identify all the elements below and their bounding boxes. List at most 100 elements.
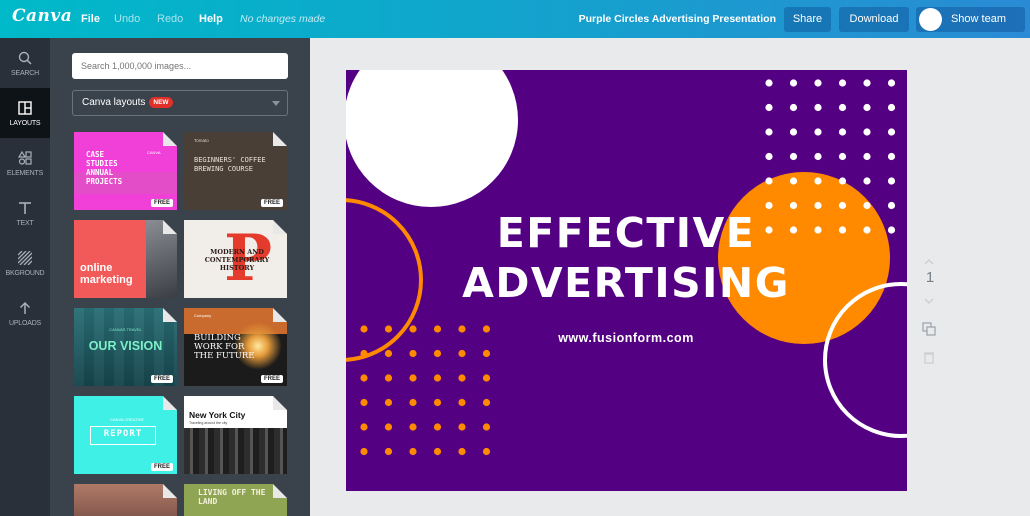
search-icon: [18, 51, 32, 65]
white-dot: [814, 177, 822, 185]
white-dot: [887, 128, 896, 136]
orange-dot: [384, 447, 393, 456]
layout-thumb-living-off-land[interactable]: LIVING OFF THE LAND: [184, 484, 287, 516]
white-dot: [789, 152, 798, 161]
headline-line-2: ADVERTISING: [462, 259, 790, 307]
share-button[interactable]: Share: [784, 7, 831, 32]
move-up-icon[interactable]: [922, 252, 936, 270]
orange-dot: [482, 349, 491, 358]
white-dot: [887, 79, 896, 87]
white-dot: [765, 103, 773, 112]
thumb-title: OUR VISION: [88, 339, 163, 353]
layout-thumb-case-studies[interactable]: CASE STUDIES ANNUAL PROJECTS CANVA FREE: [74, 132, 177, 210]
document-title[interactable]: Purple Circles Advertising Presentation: [540, 13, 776, 25]
left-rail: SEARCH LAYOUTS ELEMENTS TEXT BKGROUND UP…: [0, 38, 50, 516]
white-dot: [863, 128, 871, 136]
thumb-brand: Company: [194, 313, 212, 318]
white-dot: [814, 152, 822, 161]
layout-thumb-coffee-course[interactable]: Tomato BEGINNERS' COFFEE BREWING COURSE …: [184, 132, 287, 210]
page-fold: [273, 308, 287, 322]
copy-page-icon[interactable]: [922, 322, 936, 341]
layouts-panel: Canva layoutsNEW CASE STUDIES ANNUAL PRO…: [50, 38, 310, 516]
team-avatar[interactable]: [919, 8, 942, 31]
white-dot: [863, 152, 871, 161]
orange-dot: [409, 349, 417, 358]
free-badge: FREE: [260, 375, 283, 383]
rail-text[interactable]: TEXT: [0, 188, 50, 238]
move-down-icon[interactable]: [922, 293, 936, 311]
rail-elements[interactable]: ELEMENTS: [0, 138, 50, 188]
white-dot: [887, 177, 896, 185]
orange-dot: [458, 374, 466, 382]
background-icon: [18, 251, 32, 265]
redo-button[interactable]: Redo: [157, 13, 183, 25]
undo-button[interactable]: Undo: [114, 13, 140, 25]
layout-thumb-online-marketing[interactable]: online marketing: [74, 220, 177, 298]
free-badge: FREE: [150, 463, 173, 471]
orange-dot: [433, 423, 442, 431]
orange-dot: [360, 398, 368, 407]
orange-dot: [360, 325, 368, 333]
free-badge: FREE: [150, 375, 173, 383]
rail-background[interactable]: BKGROUND: [0, 238, 50, 288]
layout-thumb-new-york[interactable]: New York City Traveling around the city: [184, 396, 287, 474]
orange-ring-left: [346, 198, 423, 362]
website-url[interactable]: www.fusionform.com: [476, 331, 776, 345]
layout-thumb-building-work[interactable]: Company BUILDING WORK FOR THE FUTURE FRE…: [184, 308, 287, 386]
rail-label-uploads: UPLOADS: [8, 320, 42, 327]
orange-dot: [384, 398, 393, 407]
delete-page-icon[interactable]: [922, 350, 936, 369]
white-dot: [863, 79, 871, 87]
layout-thumb-portrait[interactable]: [74, 484, 177, 516]
white-dot: [838, 226, 847, 234]
white-dot: [814, 128, 822, 136]
orange-dot: [458, 349, 466, 358]
layout-thumb-our-vision[interactable]: CANVAS TRAVEL OUR VISION FREE: [74, 308, 177, 386]
save-status: No changes made: [240, 13, 326, 25]
orange-dot: [433, 349, 442, 358]
orange-dot: [384, 349, 393, 358]
white-dot: [838, 128, 847, 136]
white-dot: [863, 177, 871, 185]
layouts-dropdown[interactable]: Canva layouts NEW: [72, 90, 288, 116]
orange-dot: [458, 447, 466, 456]
orange-dot: [433, 398, 442, 407]
orange-dot: [360, 374, 368, 382]
thumb-photo: [184, 428, 287, 474]
page-fold: [163, 132, 177, 146]
white-dot: [863, 226, 871, 234]
rail-layouts[interactable]: LAYOUTS: [0, 88, 50, 138]
page-fold: [163, 308, 177, 322]
orange-dot: [458, 325, 466, 333]
orange-dot: [482, 398, 491, 407]
upload-icon: [19, 301, 31, 314]
white-dot: [838, 177, 847, 185]
thumb-title: New York City: [189, 410, 246, 420]
thumb-title: BEGINNERS' COFFEE BREWING COURSE: [194, 156, 266, 173]
thumb-title: BUILDING WORK FOR THE FUTURE: [194, 333, 255, 361]
orange-dot: [458, 398, 466, 407]
headline[interactable]: EFFECTIVE ADVERTISING: [426, 208, 826, 308]
orange-dot: [409, 423, 417, 431]
orange-dot: [384, 374, 393, 382]
thumb-brand: Tomato: [194, 138, 209, 143]
download-button[interactable]: Download: [839, 7, 909, 32]
rail-uploads[interactable]: UPLOADS: [0, 288, 50, 338]
thumb-brand: CANVA CREATIVE: [110, 417, 145, 422]
page-fold: [273, 132, 287, 146]
help-menu[interactable]: Help: [199, 13, 223, 25]
white-dot: [765, 128, 773, 136]
canva-logo[interactable]: Canva: [12, 6, 72, 26]
file-menu[interactable]: File: [81, 13, 100, 25]
white-dot: [765, 177, 773, 185]
free-badge: FREE: [260, 199, 283, 207]
design-page[interactable]: EFFECTIVE ADVERTISING www.fusionform.com: [346, 70, 907, 491]
rail-label-elements: ELEMENTS: [6, 170, 44, 177]
rail-search[interactable]: SEARCH: [0, 38, 50, 88]
image-search-input[interactable]: [72, 53, 288, 79]
white-dot: [863, 201, 871, 210]
orange-dot-grid: [360, 325, 491, 456]
layout-thumb-history[interactable]: P MODERN AND CONTEMPORARY HISTORY: [184, 220, 287, 298]
layout-thumb-report[interactable]: CANVA CREATIVE REPORT FREE: [74, 396, 177, 474]
white-dot: [887, 226, 896, 234]
